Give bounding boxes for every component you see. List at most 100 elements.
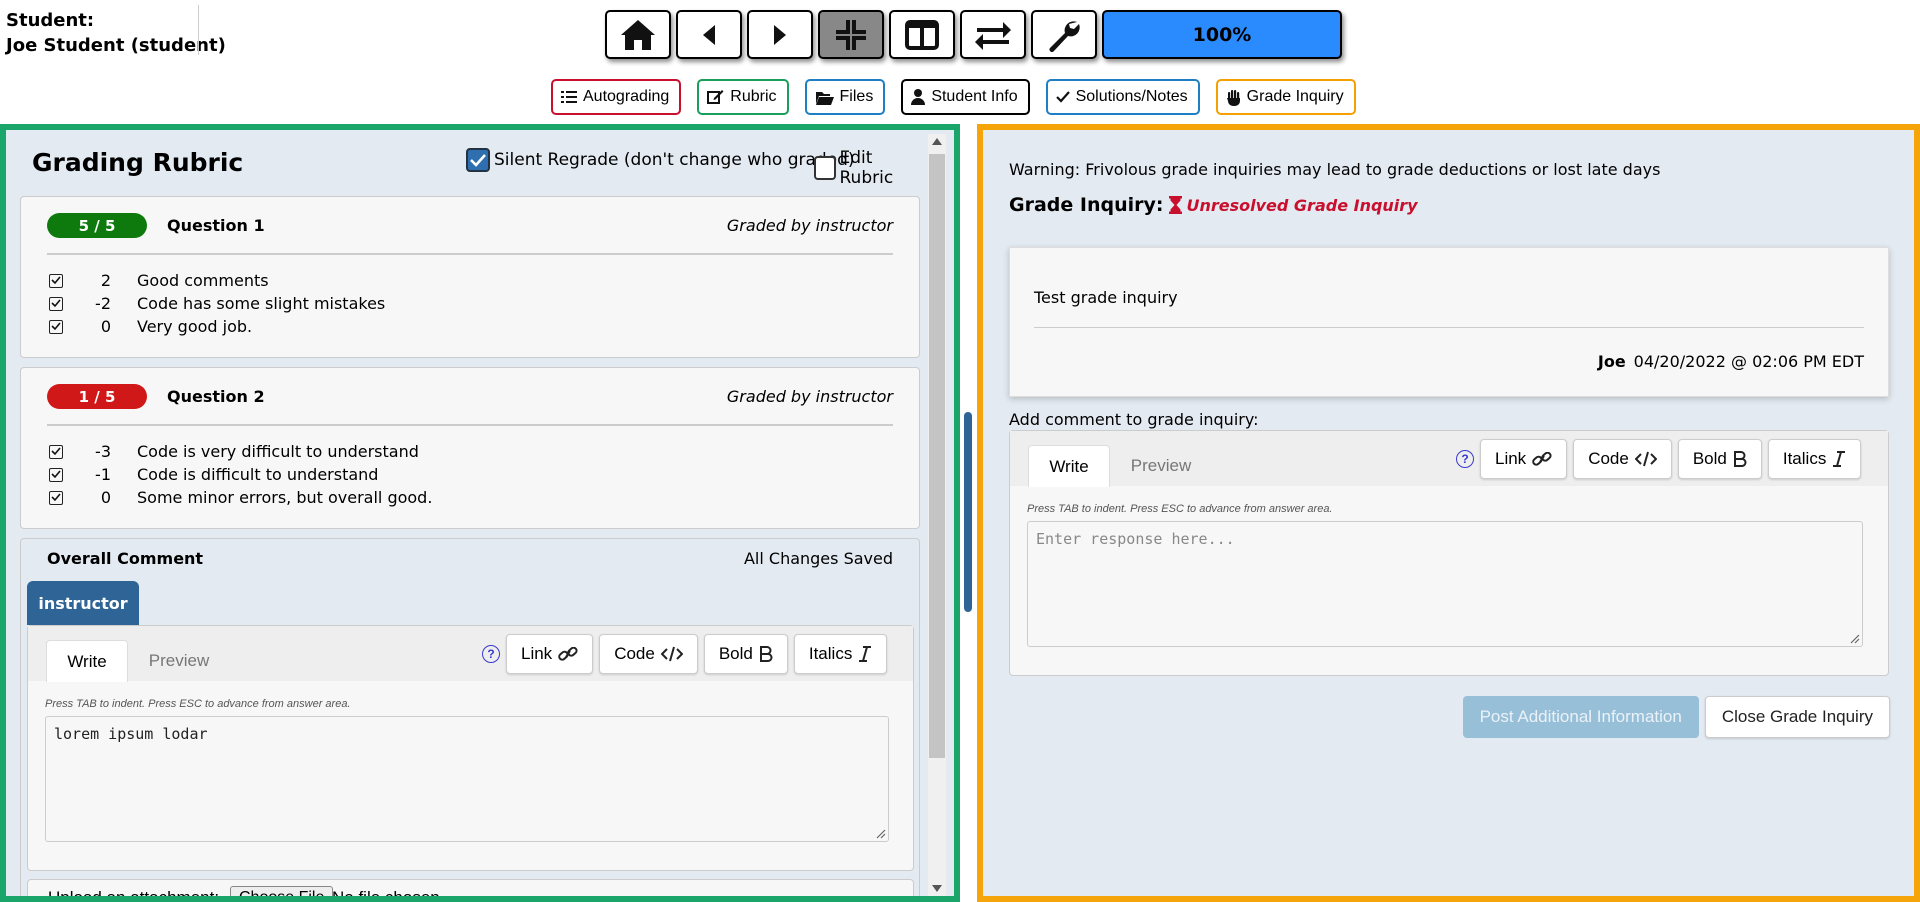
grade-inquiry-panel: Warning: Frivolous grade inquiries may l…: [977, 124, 1920, 902]
code-button[interactable]: Code: [1573, 439, 1672, 479]
tab-preview[interactable]: Preview: [134, 640, 224, 682]
grading-progress[interactable]: 100%: [1102, 10, 1342, 59]
post-additional-info-button[interactable]: Post Additional Information: [1462, 696, 1699, 738]
tab-files-label: Files: [839, 88, 874, 105]
checkmark-icon: [51, 447, 61, 456]
resize-handle-icon[interactable]: [876, 829, 886, 839]
tab-solutions-notes[interactable]: Solutions/Notes: [1045, 79, 1200, 115]
mark-points: 0: [100, 317, 111, 336]
overall-comment-textarea[interactable]: lorem ipsum lodar: [45, 716, 889, 842]
overall-comment-section: Overall Comment All Changes Saved instru…: [20, 538, 920, 896]
question-1-box[interactable]: 5 / 5 Question 1 Graded by instructor 2 …: [20, 196, 920, 358]
question-divider: [47, 424, 893, 426]
resize-handle-icon[interactable]: [1850, 634, 1860, 644]
tab-instructor[interactable]: instructor: [27, 581, 139, 625]
question-score-badge: 5 / 5: [47, 213, 147, 238]
choose-file-button[interactable]: Choose File: [230, 886, 334, 896]
tab-student-info[interactable]: Student Info: [901, 79, 1030, 115]
swap-panels-button[interactable]: [960, 10, 1026, 59]
post-meta: Joe 04/20/2022 @ 02:06 PM EDT: [1598, 352, 1864, 371]
panel-splitter[interactable]: [964, 412, 972, 612]
link-button[interactable]: Link: [1480, 439, 1568, 479]
collapse-button[interactable]: [818, 10, 884, 59]
home-button[interactable]: [605, 10, 671, 59]
prev-icon: [703, 24, 715, 45]
mark-checkbox[interactable]: [49, 296, 63, 311]
italic-icon: [859, 646, 872, 662]
rubric-panel: Grading Rubric Silent Regrade (don't cha…: [0, 124, 960, 902]
mark-checkbox[interactable]: [49, 273, 63, 288]
overall-comment-title: Overall Comment: [47, 549, 204, 568]
markdown-buttons: Link Code Bold Italics: [1480, 439, 1862, 479]
link-button[interactable]: Link: [506, 634, 594, 674]
mark-description: Some minor errors, but overall good.: [137, 488, 433, 507]
tab-write[interactable]: Write: [46, 640, 128, 682]
scroll-thumb[interactable]: [929, 154, 945, 758]
settings-button[interactable]: [1031, 10, 1097, 59]
rubric-panel-content: Grading Rubric Silent Regrade (don't cha…: [20, 130, 920, 896]
mark-checkbox[interactable]: [49, 319, 63, 334]
student-name: Joe Student (student): [6, 35, 226, 56]
scroll-down-icon[interactable]: [932, 885, 942, 892]
silent-regrade-checkbox[interactable]: [466, 148, 490, 172]
home-icon: [621, 19, 655, 50]
grade-inquiry-textarea[interactable]: Enter response here...: [1027, 521, 1863, 647]
collapse-icon: [836, 19, 866, 50]
tab-grade-inquiry-label: Grade Inquiry: [1246, 88, 1344, 105]
previous-student-button[interactable]: [676, 10, 742, 59]
mark-checkbox[interactable]: [49, 490, 63, 505]
bold-button[interactable]: Bold: [1677, 439, 1762, 479]
mark-row[interactable]: 2 Good comments: [49, 269, 385, 292]
tab-grade-inquiry[interactable]: Grade Inquiry: [1215, 79, 1356, 115]
grade-inquiry-post: Test grade inquiry Joe 04/20/2022 @ 02:0…: [1009, 247, 1889, 397]
tab-rubric[interactable]: Rubric: [697, 79, 789, 115]
link-icon: [1532, 452, 1552, 466]
mark-row[interactable]: 0 Some minor errors, but overall good.: [49, 486, 432, 509]
student-divider: [198, 5, 199, 55]
edit-rubric-checkbox[interactable]: [814, 156, 836, 180]
scroll-up-icon[interactable]: [932, 138, 942, 145]
tab-preview[interactable]: Preview: [1116, 445, 1206, 487]
student-label: Student:: [6, 10, 95, 31]
help-icon[interactable]: ?: [482, 645, 500, 663]
silent-regrade-option: Silent Regrade (don't change who graded): [466, 148, 855, 172]
rubric-scrollbar[interactable]: [928, 134, 946, 896]
italics-button[interactable]: Italics: [1767, 439, 1862, 479]
mark-row[interactable]: 0 Very good job.: [49, 315, 385, 338]
question-divider: [47, 253, 893, 255]
add-comment-label: Add comment to grade inquiry:: [1009, 410, 1259, 429]
bold-button[interactable]: Bold: [703, 634, 788, 674]
bold-button-label: Bold: [1692, 449, 1727, 468]
mark-checkbox[interactable]: [49, 467, 63, 482]
grade-inquiry-status-label: Unresolved Grade Inquiry: [1186, 195, 1418, 215]
next-icon: [774, 24, 786, 45]
mark-row[interactable]: -1 Code is difficult to understand: [49, 463, 432, 486]
hourglass-icon: [1169, 196, 1183, 214]
question-score-badge: 1 / 5: [47, 384, 147, 409]
user-icon: [911, 89, 926, 105]
editor-hint: Press TAB to indent. Press ESC to advanc…: [45, 698, 351, 710]
tab-write[interactable]: Write: [1028, 445, 1110, 487]
mark-description: Very good job.: [137, 317, 253, 336]
code-button[interactable]: Code: [599, 634, 698, 674]
mark-row[interactable]: -3 Code is very difficult to understand: [49, 440, 432, 463]
question-2-box[interactable]: 1 / 5 Question 2 Graded by instructor -3…: [20, 367, 920, 529]
italics-button-label: Italics: [1782, 449, 1827, 468]
tab-files[interactable]: Files: [804, 79, 886, 115]
close-grade-inquiry-button[interactable]: Close Grade Inquiry: [1704, 696, 1890, 738]
hand-icon: [1226, 89, 1240, 106]
mark-checkbox[interactable]: [49, 444, 63, 459]
help-icon[interactable]: ?: [1456, 450, 1474, 468]
tab-autograding[interactable]: Autograding: [551, 79, 682, 115]
italics-button[interactable]: Italics: [793, 634, 888, 674]
rubric-title: Grading Rubric: [32, 148, 244, 177]
checkmark-icon: [51, 493, 61, 502]
two-panel-button[interactable]: [889, 10, 955, 59]
navigation-toolbar: 100%: [605, 10, 1342, 59]
next-student-button[interactable]: [747, 10, 813, 59]
mark-row[interactable]: -2 Code has some slight mistakes: [49, 292, 385, 315]
upload-label: Upload an attachment:: [48, 888, 219, 896]
overall-comment-value: lorem ipsum lodar: [54, 725, 208, 743]
mark-description: Code is difficult to understand: [137, 465, 379, 484]
file-status: No file chosen: [332, 888, 440, 896]
